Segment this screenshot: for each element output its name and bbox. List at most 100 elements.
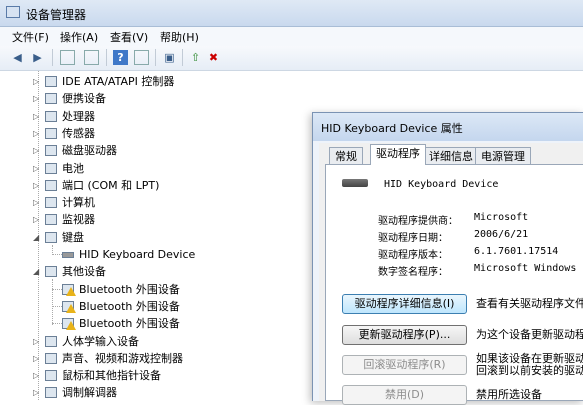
- console-tree-icon[interactable]: [134, 50, 149, 65]
- tree-item-label: 端口 (COM 和 LPT): [62, 179, 160, 192]
- tree-item-label: 调制解调器: [62, 386, 117, 399]
- tree-item-label: 便携设备: [62, 92, 106, 105]
- tree-category[interactable]: ▷ IDE ATA/ATAPI 控制器: [0, 73, 583, 90]
- prop-key-date: 驱动程序日期：: [378, 233, 448, 244]
- rollback-driver-button[interactable]: 回滚驱动程序(R): [342, 355, 467, 375]
- prop-key-signer: 数字签名程序：: [378, 267, 448, 278]
- prop-value-date: 2006/6/21: [474, 229, 529, 240]
- expand-arrow-icon[interactable]: ▷: [33, 211, 41, 228]
- device-category-icon: [45, 111, 57, 122]
- device-category-icon: [45, 353, 57, 364]
- tree-item-label: 其他设备: [62, 265, 106, 278]
- prop-key-version: 驱动程序版本：: [378, 250, 448, 261]
- prop-value-version: 6.1.7601.17514: [474, 246, 559, 257]
- update-driver-icon[interactable]: ⇧: [188, 50, 203, 65]
- tree-item-label: 传感器: [62, 127, 95, 140]
- properties-dialog: HID Keyboard Device 属性 常规 驱动程序 详细信息 电源管理…: [312, 112, 583, 405]
- back-arrow-icon[interactable]: ◀: [10, 50, 25, 65]
- expand-arrow-icon[interactable]: ▷: [33, 194, 41, 211]
- device-category-icon: [45, 163, 57, 174]
- warning-icon: [66, 321, 76, 330]
- dialog-title: HID Keyboard Device 属性: [321, 122, 463, 135]
- menu-help[interactable]: 帮助(H): [160, 29, 199, 45]
- dialog-title-bar[interactable]: HID Keyboard Device 属性: [313, 113, 583, 141]
- dialog-body: 常规 驱动程序 详细信息 电源管理 HID Keyboard Device 驱动…: [319, 143, 583, 405]
- keyboard-device-icon: [62, 252, 74, 258]
- expand-arrow-icon[interactable]: ▷: [33, 177, 41, 194]
- expand-arrow-icon[interactable]: ▷: [33, 384, 41, 401]
- device-category-icon: [45, 197, 57, 208]
- driver-details-desc: 查看有关驱动程序文件的详: [476, 297, 583, 310]
- tree-item-label: Bluetooth 外围设备: [79, 300, 180, 313]
- expand-arrow-icon[interactable]: ▷: [33, 142, 41, 159]
- warning-icon: [66, 287, 76, 296]
- expand-arrow-icon[interactable]: ▷: [33, 333, 41, 350]
- tree-category[interactable]: ▷ 便携设备: [0, 90, 583, 107]
- tree-item-label: 电池: [62, 162, 84, 175]
- tree-item-label: Bluetooth 外围设备: [79, 283, 180, 296]
- device-category-icon: [45, 93, 57, 104]
- disable-device-desc: 禁用所选设备: [476, 388, 542, 401]
- update-driver-desc: 为这个设备更新驱动程序: [476, 328, 583, 341]
- device-category-icon: [45, 387, 57, 398]
- tree-item-label: 监视器: [62, 213, 95, 226]
- rollback-driver-desc-line2: 回滚到以前安装的驱动程序: [476, 364, 583, 377]
- driver-tab-panel: HID Keyboard Device 驱动程序提供商： Microsoft 驱…: [325, 164, 583, 405]
- uninstall-icon[interactable]: ✖: [206, 50, 221, 65]
- menu-file[interactable]: 文件(F): [12, 29, 49, 45]
- toolbar: ◀ ▶ ? ▣ ⇧ ✖: [0, 46, 583, 71]
- tab-general[interactable]: 常规: [329, 147, 363, 164]
- device-category-icon: [45, 370, 57, 381]
- tab-power-management[interactable]: 电源管理: [475, 147, 531, 164]
- window-title: 设备管理器: [26, 8, 87, 22]
- show-hide-tree-icon[interactable]: [60, 50, 75, 65]
- expand-arrow-icon[interactable]: ▷: [33, 125, 41, 142]
- tree-item-label: Bluetooth 外围设备: [79, 317, 180, 330]
- menu-view[interactable]: 查看(V): [110, 29, 148, 45]
- device-category-icon: [45, 145, 57, 156]
- expand-arrow-icon[interactable]: ▷: [33, 350, 41, 367]
- device-category-icon: [45, 128, 57, 139]
- tree-item-label: 计算机: [62, 196, 95, 209]
- tree-item-label: HID Keyboard Device: [79, 248, 196, 261]
- tree-item-label: 声音、视频和游戏控制器: [62, 352, 183, 365]
- expand-arrow-icon[interactable]: ▷: [33, 90, 41, 107]
- expand-arrow-icon[interactable]: ▷: [33, 73, 41, 90]
- prop-value-signer: Microsoft Windows: [474, 263, 577, 274]
- device-name: HID Keyboard Device: [384, 179, 499, 190]
- properties-icon[interactable]: [84, 50, 99, 65]
- collapse-arrow-icon[interactable]: ◢: [33, 229, 41, 246]
- tree-item-label: 键盘: [62, 231, 84, 244]
- expand-arrow-icon[interactable]: ▷: [33, 160, 41, 177]
- scan-hardware-icon[interactable]: ▣: [162, 50, 177, 65]
- device-category-icon: [45, 214, 57, 225]
- tree-item-label: 处理器: [62, 110, 95, 123]
- tree-item-label: 人体学输入设备: [62, 335, 139, 348]
- device-category-icon: [45, 76, 57, 87]
- device-manager-icon: [6, 6, 20, 18]
- menu-action[interactable]: 操作(A): [60, 29, 98, 45]
- driver-details-button[interactable]: 驱动程序详细信息(I): [342, 294, 467, 314]
- help-icon[interactable]: ?: [113, 50, 128, 65]
- tree-item-label: 鼠标和其他指针设备: [62, 369, 161, 382]
- tree-item-label: 磁盘驱动器: [62, 144, 117, 157]
- prop-value-provider: Microsoft: [474, 212, 529, 223]
- menu-bar: 文件(F) 操作(A) 查看(V) 帮助(H): [0, 27, 583, 46]
- prop-key-provider: 驱动程序提供商：: [378, 216, 458, 227]
- device-category-icon: [45, 232, 57, 243]
- expand-arrow-icon[interactable]: ▷: [33, 367, 41, 384]
- warning-icon: [66, 304, 76, 313]
- update-driver-button[interactable]: 更新驱动程序(P)...: [342, 325, 467, 345]
- device-category-icon: [45, 336, 57, 347]
- forward-arrow-icon[interactable]: ▶: [30, 50, 45, 65]
- expand-arrow-icon[interactable]: ▷: [33, 108, 41, 125]
- tree-item-label: IDE ATA/ATAPI 控制器: [62, 75, 175, 88]
- main-title-bar[interactable]: 设备管理器: [0, 0, 583, 27]
- tab-details[interactable]: 详细信息: [423, 147, 479, 164]
- disable-device-button[interactable]: 禁用(D): [342, 385, 467, 405]
- device-category-icon: [45, 180, 57, 191]
- keyboard-icon: [342, 179, 368, 187]
- tab-driver[interactable]: 驱动程序: [370, 144, 426, 165]
- collapse-arrow-icon[interactable]: ◢: [33, 263, 41, 280]
- device-category-icon: [45, 266, 57, 277]
